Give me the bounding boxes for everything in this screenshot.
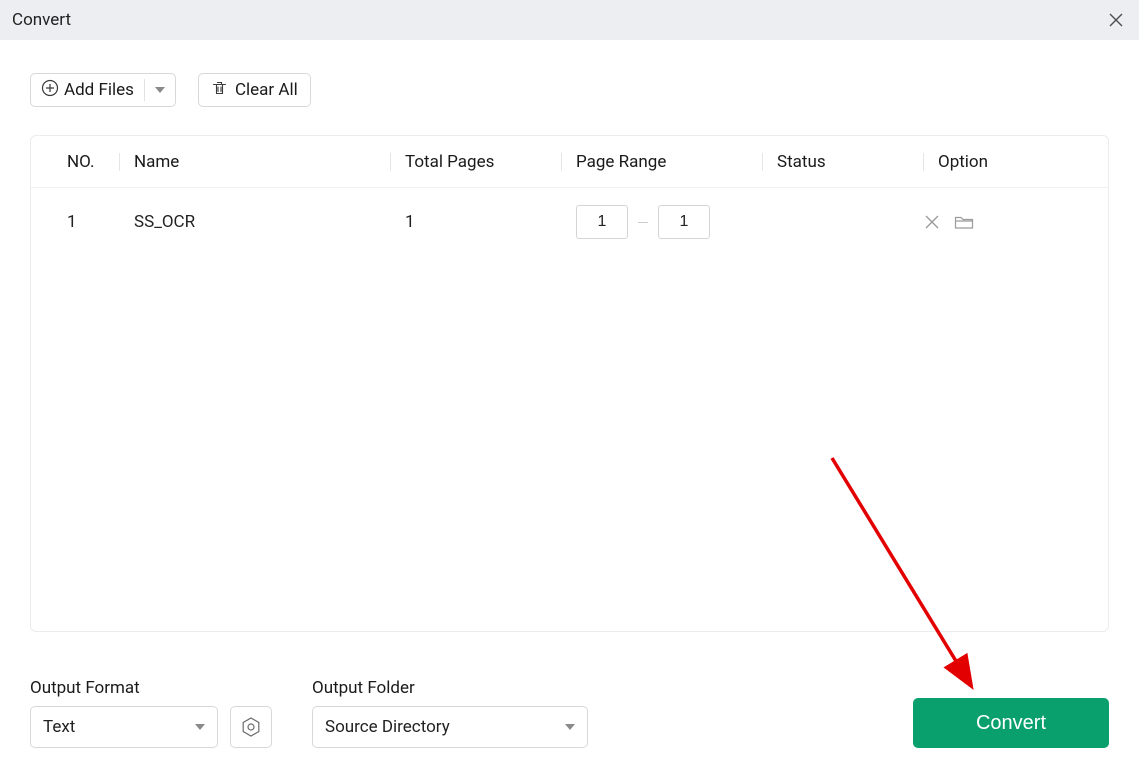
column-header-page-range: Page Range (562, 152, 762, 172)
plus-circle-icon (41, 79, 59, 101)
output-folder-group: Output Folder Source Directory (312, 678, 588, 748)
file-list-table: NO. Name Total Pages Page Range Status O… (30, 135, 1109, 632)
output-format-label: Output Format (30, 678, 272, 698)
output-folder-value: Source Directory (325, 717, 450, 737)
page-range-to-input[interactable] (658, 205, 710, 239)
chevron-down-icon[interactable] (155, 87, 165, 93)
row-option-actions (924, 214, 1108, 230)
row-page-range (562, 205, 762, 239)
row-total-pages: 1 (391, 212, 561, 232)
gear-icon (240, 716, 262, 738)
toolbar: Add Files Clear All (30, 73, 1109, 107)
output-format-group: Output Format Text (30, 678, 272, 748)
add-files-label: Add Files (64, 80, 134, 100)
page-range-from-input[interactable] (576, 205, 628, 239)
table-header: NO. Name Total Pages Page Range Status O… (31, 136, 1108, 188)
column-header-status: Status (763, 152, 923, 172)
range-dash (638, 222, 648, 223)
close-icon[interactable] (1107, 11, 1125, 29)
convert-button[interactable]: Convert (913, 698, 1109, 748)
column-header-total-pages: Total Pages (391, 152, 561, 172)
chevron-down-icon (565, 724, 575, 730)
clear-all-button[interactable]: Clear All (198, 73, 311, 107)
output-format-select[interactable]: Text (30, 706, 218, 748)
split-divider (144, 79, 145, 101)
column-header-no: NO. (53, 152, 119, 172)
output-folder-select[interactable]: Source Directory (312, 706, 588, 748)
table-row: 1 SS_OCR 1 (31, 188, 1108, 256)
format-settings-button[interactable] (230, 706, 272, 748)
add-files-button[interactable]: Add Files (30, 73, 176, 107)
window-title: Convert (12, 10, 71, 30)
output-format-value: Text (43, 717, 75, 737)
output-settings: Output Format Text Output Folder Source … (30, 678, 588, 748)
column-header-name: Name (120, 152, 390, 172)
row-number: 1 (53, 212, 119, 232)
open-folder-icon[interactable] (954, 214, 974, 230)
title-bar: Convert (0, 0, 1139, 40)
column-header-option: Option (924, 152, 1108, 172)
remove-row-icon[interactable] (924, 214, 940, 230)
content-area: Add Files Clear All NO. Name Total Pages… (0, 40, 1139, 632)
row-name: SS_OCR (120, 212, 390, 232)
output-folder-label: Output Folder (312, 678, 588, 698)
trash-icon (211, 80, 228, 101)
clear-all-label: Clear All (235, 80, 298, 100)
chevron-down-icon (195, 724, 205, 730)
bottom-bar: Output Format Text Output Folder Source … (30, 678, 1109, 748)
